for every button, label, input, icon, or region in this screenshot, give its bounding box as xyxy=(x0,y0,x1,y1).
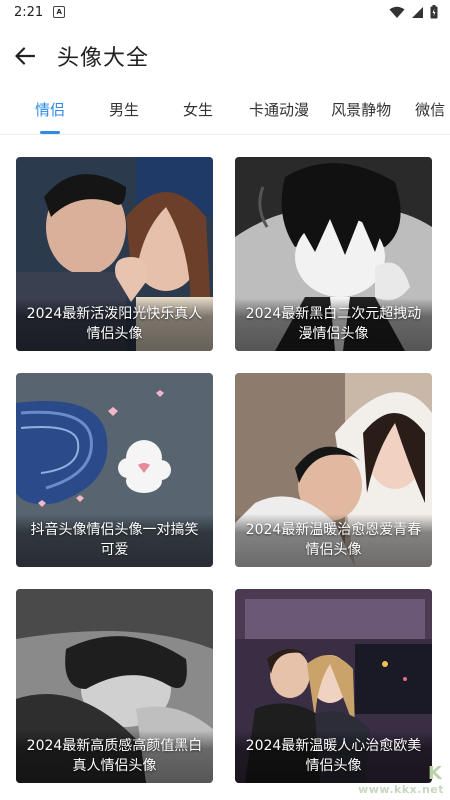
card-caption: 2024最新活泼阳光快乐真人情侣头像 xyxy=(16,298,213,351)
tab-couple[interactable]: 情侣 xyxy=(35,92,65,134)
status-time: 2:21 xyxy=(14,4,44,20)
signal-icon xyxy=(412,6,423,18)
back-arrow-icon xyxy=(15,47,35,65)
notification-icon: A xyxy=(53,6,66,18)
card-caption: 抖音头像情侣头像一对搞笑可爱 xyxy=(16,514,213,567)
avatar-card[interactable]: 抖音头像情侣头像一对搞笑可爱 xyxy=(16,373,213,567)
avatar-card[interactable]: 2024最新黑白二次元超拽动漫情侣头像 xyxy=(235,157,432,351)
avatar-card[interactable]: 2024最新温暖人心治愈欧美情侣头像 xyxy=(235,589,432,783)
tab-scenery[interactable]: 风景静物 xyxy=(331,92,391,134)
tab-girls[interactable]: 女生 xyxy=(183,92,213,134)
watermark-logo: K xyxy=(428,763,442,784)
battery-icon xyxy=(430,5,438,19)
card-caption: 2024最新黑白二次元超拽动漫情侣头像 xyxy=(235,298,432,351)
avatar-grid: 2024最新活泼阳光快乐真人情侣头像 2024最新黑白二次元超拽动漫情侣头像 抖… xyxy=(16,157,434,783)
app-bar: 头像大全 xyxy=(0,28,450,84)
category-tabs: 情侣 男生 女生 卡通动漫 风景静物 微信 xyxy=(0,92,450,135)
tab-cartoon[interactable]: 卡通动漫 xyxy=(249,92,309,134)
status-bar: 2:21 A xyxy=(0,0,450,24)
tab-boys[interactable]: 男生 xyxy=(109,92,139,134)
card-caption: 2024最新高质感高颜值黑白真人情侣头像 xyxy=(16,730,213,783)
card-caption: 2024最新温暖人心治愈欧美情侣头像 xyxy=(235,730,432,783)
avatar-card[interactable]: 2024最新高质感高颜值黑白真人情侣头像 xyxy=(16,589,213,783)
watermark-text: www.kkx.net xyxy=(358,783,444,796)
avatar-card[interactable]: 2024最新活泼阳光快乐真人情侣头像 xyxy=(16,157,213,351)
page-title: 头像大全 xyxy=(57,46,150,71)
back-button[interactable] xyxy=(13,44,37,68)
card-caption: 2024最新温暖治愈恩爱青春情侣头像 xyxy=(235,514,432,567)
tab-wechat[interactable]: 微信 xyxy=(415,92,445,134)
avatar-card[interactable]: 2024最新温暖治愈恩爱青春情侣头像 xyxy=(235,373,432,567)
wifi-icon xyxy=(389,6,405,18)
status-icons xyxy=(389,5,438,19)
